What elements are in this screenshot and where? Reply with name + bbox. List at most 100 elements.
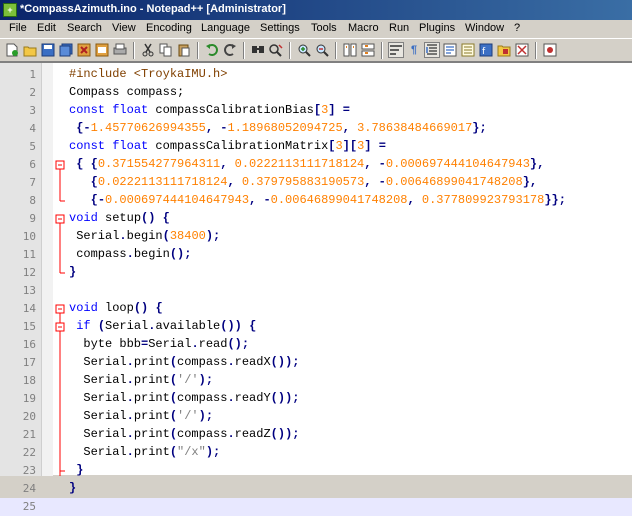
code-token: print [133, 445, 170, 459]
code-text[interactable]: void setup() { [69, 211, 170, 225]
menu-macro[interactable]: Macro [348, 22, 379, 34]
menu-tools[interactable]: Tools [311, 22, 337, 34]
sync-horizontal-icon[interactable] [360, 42, 376, 58]
function-list-icon[interactable]: f [478, 42, 494, 58]
code-line[interactable]: 2 Compass compass; [0, 84, 632, 102]
code-text[interactable]: Serial.print('/'); [69, 409, 213, 423]
code-text[interactable]: Serial.print(compass.readY()); [69, 391, 299, 405]
code-token: Serial [148, 337, 192, 351]
menu-view[interactable]: View [112, 22, 136, 34]
code-text[interactable]: const float compassCalibrationBias[3] = [69, 103, 350, 117]
save-all-icon[interactable] [58, 42, 74, 58]
code-text[interactable]: const float compassCalibrationMatrix[3][… [69, 139, 386, 153]
sync-vertical-icon[interactable] [342, 42, 358, 58]
show-all-chars-icon[interactable]: ¶ [406, 42, 422, 58]
document-map-icon[interactable] [460, 42, 476, 58]
menu-edit[interactable]: Edit [37, 22, 56, 34]
cut-icon[interactable] [140, 42, 156, 58]
code-token: 0.000697444104647943 [385, 157, 530, 171]
code-text[interactable]: Compass compass; [69, 85, 184, 99]
menu-plugins[interactable]: Plugins [419, 22, 455, 34]
code-text[interactable]: {-0.000697444104647943, -0.0064689904174… [69, 193, 566, 207]
code-line[interactable]: 15 if (Serial.available()) { [0, 318, 632, 336]
user-language-icon[interactable] [442, 42, 458, 58]
code-line[interactable]: 18 Serial.print('/'); [0, 372, 632, 390]
undo-icon[interactable] [204, 42, 220, 58]
close-icon[interactable] [76, 42, 92, 58]
menu-run[interactable]: Run [389, 22, 409, 34]
find-icon[interactable] [250, 42, 266, 58]
code-text[interactable]: if (Serial.available()) { [69, 319, 256, 333]
zoom-out-icon[interactable] [314, 42, 330, 58]
redo-icon[interactable] [222, 42, 238, 58]
word-wrap-icon[interactable] [388, 42, 404, 58]
open-file-icon[interactable] [22, 42, 38, 58]
code-line[interactable]: 21 Serial.print(compass.readZ()); [0, 426, 632, 444]
code-token: . [126, 427, 134, 441]
code-text[interactable]: compass.begin(); [69, 247, 191, 261]
menu-file[interactable]: File [9, 22, 27, 34]
paste-icon[interactable] [176, 42, 192, 58]
monitoring-icon[interactable] [514, 42, 530, 58]
record-macro-icon[interactable] [542, 42, 558, 58]
menu-window[interactable]: Window [465, 22, 504, 34]
menu-help[interactable]: ? [514, 22, 520, 34]
menu-language[interactable]: Language [201, 22, 250, 34]
code-line[interactable]: 8 {-0.000697444104647943, -0.00646899041… [0, 192, 632, 210]
zoom-in-icon[interactable] [296, 42, 312, 58]
notepad-plus-plus-icon[interactable]: + [3, 3, 17, 17]
close-all-icon[interactable] [94, 42, 110, 58]
code-text[interactable]: {0.0222113111718124, 0.379795883190573, … [69, 175, 538, 189]
code-text[interactable]: Serial.print('/'); [69, 373, 213, 387]
code-line[interactable]: 19 Serial.print(compass.readY()); [0, 390, 632, 408]
print-icon[interactable] [112, 42, 128, 58]
code-line[interactable]: 5 const float compassCalibrationMatrix[3]… [0, 138, 632, 156]
code-line[interactable]: 20 Serial.print('/'); [0, 408, 632, 426]
code-text[interactable]: {-1.45770626994355, -1.18968052094725, 3… [69, 121, 486, 135]
code-text[interactable]: #include <TroykaIMU.h> [69, 67, 227, 81]
code-token: , [407, 193, 415, 207]
code-line[interactable]: 10 Serial.begin(38400); [0, 228, 632, 246]
menu-settings[interactable]: Settings [260, 22, 300, 34]
code-text[interactable]: Serial.print("/x"); [69, 445, 220, 459]
copy-icon[interactable] [158, 42, 174, 58]
code-text[interactable]: Serial.print(compass.readX()); [69, 355, 299, 369]
code-line[interactable]: 1 #include <TroykaIMU.h> [0, 66, 632, 84]
code-line[interactable]: 12} [0, 264, 632, 282]
code-line[interactable]: 3 const float compassCalibrationBias[3] = [0, 102, 632, 120]
code-line[interactable]: 7 {0.0222113111718124, 0.379795883190573… [0, 174, 632, 192]
code-token: begin [126, 229, 163, 243]
code-line[interactable]: 22 Serial.print("/x"); [0, 444, 632, 462]
code-token: = [378, 139, 386, 153]
code-line[interactable]: 13 [0, 282, 632, 300]
indent-guide-icon[interactable] [424, 42, 440, 58]
replace-icon[interactable] [268, 42, 284, 58]
code-line[interactable]: 25 [0, 498, 632, 516]
folder-workspace-icon[interactable] [496, 42, 512, 58]
save-icon[interactable] [40, 42, 56, 58]
code-text[interactable]: Serial.print(compass.readZ()); [69, 427, 299, 441]
code-text[interactable]: Serial.begin(38400); [69, 229, 220, 243]
code-line[interactable]: 9 void setup() { [0, 210, 632, 228]
code-line[interactable]: 23 } [0, 462, 632, 480]
code-line[interactable]: 4 {-1.45770626994355, -1.18968052094725,… [0, 120, 632, 138]
code-line[interactable]: 11 compass.begin(); [0, 246, 632, 264]
code-text[interactable]: byte bbb=Serial.read(); [69, 337, 249, 351]
code-text[interactable]: } [69, 265, 76, 279]
code-text[interactable]: } [69, 481, 76, 495]
line-number: 3 [29, 104, 36, 117]
new-file-icon[interactable] [4, 42, 20, 58]
code-line[interactable]: 14 void loop() { [0, 300, 632, 318]
code-text[interactable]: void loop() { [69, 301, 163, 315]
code-editor[interactable]: 1 #include <TroykaIMU.h> 2 Compass compass;… [0, 62, 632, 516]
code-text[interactable]: { {0.371554277964311, 0.0222113111718124… [69, 157, 544, 171]
code-line[interactable]: 16 byte bbb=Serial.read(); [0, 336, 632, 354]
code-line[interactable]: 24} [0, 480, 632, 498]
code-token: ); [205, 229, 221, 243]
menu-encoding[interactable]: Encoding [146, 22, 192, 34]
code-line[interactable]: 17 Serial.print(compass.readX()); [0, 354, 632, 372]
menu-search[interactable]: Search [67, 22, 102, 34]
code-line[interactable]: 6 { {0.371554277964311, 0.02221131117181… [0, 156, 632, 174]
